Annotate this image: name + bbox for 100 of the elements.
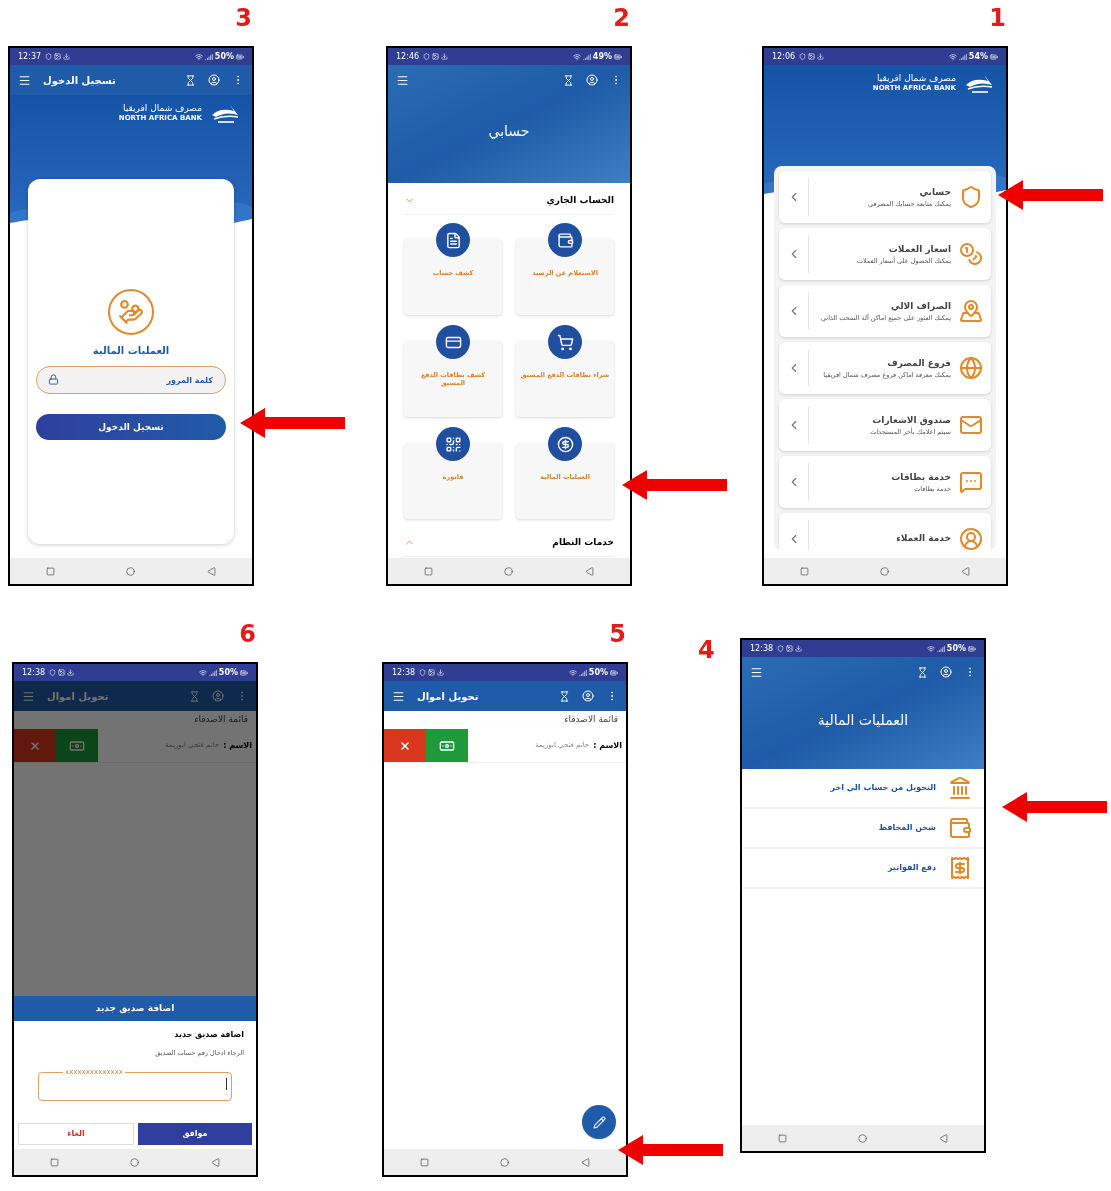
shield-icon	[959, 185, 983, 209]
dialog-title: اضافة صديق جديد	[173, 1029, 244, 1042]
home-icon[interactable]	[500, 1157, 510, 1167]
recent-apps-icon[interactable]	[777, 1133, 787, 1143]
operation-item[interactable]: التحويل من حساب الي اخر	[742, 769, 984, 809]
ok-button[interactable]: موافق	[138, 1123, 252, 1145]
hourglass-icon[interactable]	[917, 666, 928, 678]
mail-icon	[959, 413, 983, 437]
signal-icon	[936, 644, 945, 653]
step-number: 3	[235, 4, 252, 32]
section-header[interactable]: الحساب الجاري	[404, 187, 614, 215]
signal-icon	[578, 668, 587, 677]
battery-text: 49%	[592, 52, 612, 61]
section-header[interactable]: خدمات النظام	[404, 529, 614, 557]
section-title: خدمات النظام	[552, 535, 614, 550]
battery-text: 50%	[218, 668, 238, 677]
notification-icons-drawing	[777, 645, 803, 652]
profile-icon[interactable]	[582, 690, 594, 702]
profile-icon[interactable]	[212, 690, 224, 702]
item-title: صندوق الاشعارات	[872, 414, 951, 427]
notification-icons-drawing	[423, 53, 449, 60]
recent-apps-icon[interactable]	[423, 566, 433, 576]
back-icon[interactable]	[581, 1157, 591, 1167]
battery-icon	[990, 52, 998, 61]
battery-text: 54%	[968, 52, 988, 61]
operation-item[interactable]: دفع الفواتير	[742, 849, 984, 889]
list-title: قائمة الاصدقاء	[194, 713, 248, 727]
recent-apps-icon[interactable]	[799, 566, 809, 576]
home-icon[interactable]	[130, 1157, 140, 1167]
recent-apps-icon[interactable]	[49, 1157, 59, 1167]
profile-icon[interactable]	[940, 666, 952, 678]
step-number: 4	[698, 638, 714, 662]
wifi-icon	[194, 52, 203, 61]
wifi-icon	[198, 668, 207, 677]
step-number: 1	[989, 4, 1006, 32]
menu-icon[interactable]	[396, 73, 409, 87]
notification-icons-drawing	[419, 669, 445, 676]
coins-icon	[959, 242, 983, 266]
operation-item[interactable]: شحن المحافظ	[742, 809, 984, 849]
back-icon[interactable]	[211, 1157, 221, 1167]
hourglass-icon[interactable]	[185, 74, 196, 86]
home-icon[interactable]	[858, 1133, 868, 1143]
name-label: الاسم :	[223, 739, 252, 752]
status-time: 12:06	[772, 52, 796, 61]
battery-icon	[968, 644, 976, 653]
signal-icon	[208, 668, 217, 677]
header-title: حسابي	[488, 121, 530, 141]
wifi-icon	[568, 668, 577, 677]
cart-icon	[556, 333, 574, 351]
wifi-icon	[948, 52, 957, 61]
home-icon[interactable]	[126, 566, 136, 576]
home-icon[interactable]	[504, 566, 514, 576]
signal-icon	[958, 52, 967, 61]
menu-icon[interactable]	[18, 73, 31, 87]
menu-icon[interactable]	[750, 665, 763, 679]
step-number: 2	[613, 4, 630, 32]
menu-icon[interactable]	[392, 689, 405, 703]
back-icon[interactable]	[961, 566, 971, 576]
app-bar-title: تحويل اموال	[47, 689, 109, 704]
password-field[interactable]: كلمة المرور	[36, 366, 226, 395]
qr-code-icon	[444, 435, 462, 453]
transfer-button[interactable]	[426, 729, 468, 762]
chat-icon	[959, 470, 983, 494]
hourglass-icon[interactable]	[563, 74, 574, 86]
wifi-icon	[572, 52, 581, 61]
item-title: اسعار العملات	[888, 243, 951, 256]
notification-icons-drawing	[799, 53, 825, 60]
step-number: 5	[609, 620, 626, 648]
battery-text: 50%	[214, 52, 234, 61]
status-time: 12:38	[750, 644, 774, 653]
section-title: الحساب الجاري	[546, 193, 614, 208]
menu-icon[interactable]	[22, 689, 35, 703]
profile-icon[interactable]	[208, 74, 220, 86]
back-icon[interactable]	[585, 566, 595, 576]
user-icon	[959, 527, 983, 550]
home-icon[interactable]	[880, 566, 890, 576]
menu-item[interactable]: خدمة العملاء	[779, 513, 991, 550]
cancel-button[interactable]: الغاء	[18, 1123, 134, 1145]
item-title: فروع المصرف	[887, 357, 951, 371]
back-icon[interactable]	[939, 1133, 949, 1143]
back-icon[interactable]	[207, 566, 217, 576]
hourglass-icon[interactable]	[559, 690, 570, 702]
close-icon	[29, 739, 41, 752]
signal-icon	[204, 52, 213, 61]
login-button[interactable]: تسجيل الدخول	[36, 414, 226, 441]
item-title: حسابي	[919, 186, 951, 200]
hourglass-icon[interactable]	[189, 690, 200, 702]
status-time: 12:37	[18, 52, 42, 61]
operation-title: دفع الفواتير	[887, 862, 936, 874]
app-bar-title: تسجيل الدخول	[43, 73, 116, 88]
document-icon	[444, 231, 462, 249]
recent-apps-icon[interactable]	[45, 566, 55, 576]
delete-button[interactable]	[384, 729, 426, 762]
recent-apps-icon[interactable]	[419, 1157, 429, 1167]
app-bar-title: تحويل اموال	[417, 689, 479, 704]
status-time: 12:38	[392, 668, 416, 677]
profile-icon[interactable]	[586, 74, 598, 86]
battery-icon	[240, 668, 248, 677]
pencil-icon	[592, 1115, 606, 1129]
transfer-button[interactable]	[56, 729, 98, 762]
